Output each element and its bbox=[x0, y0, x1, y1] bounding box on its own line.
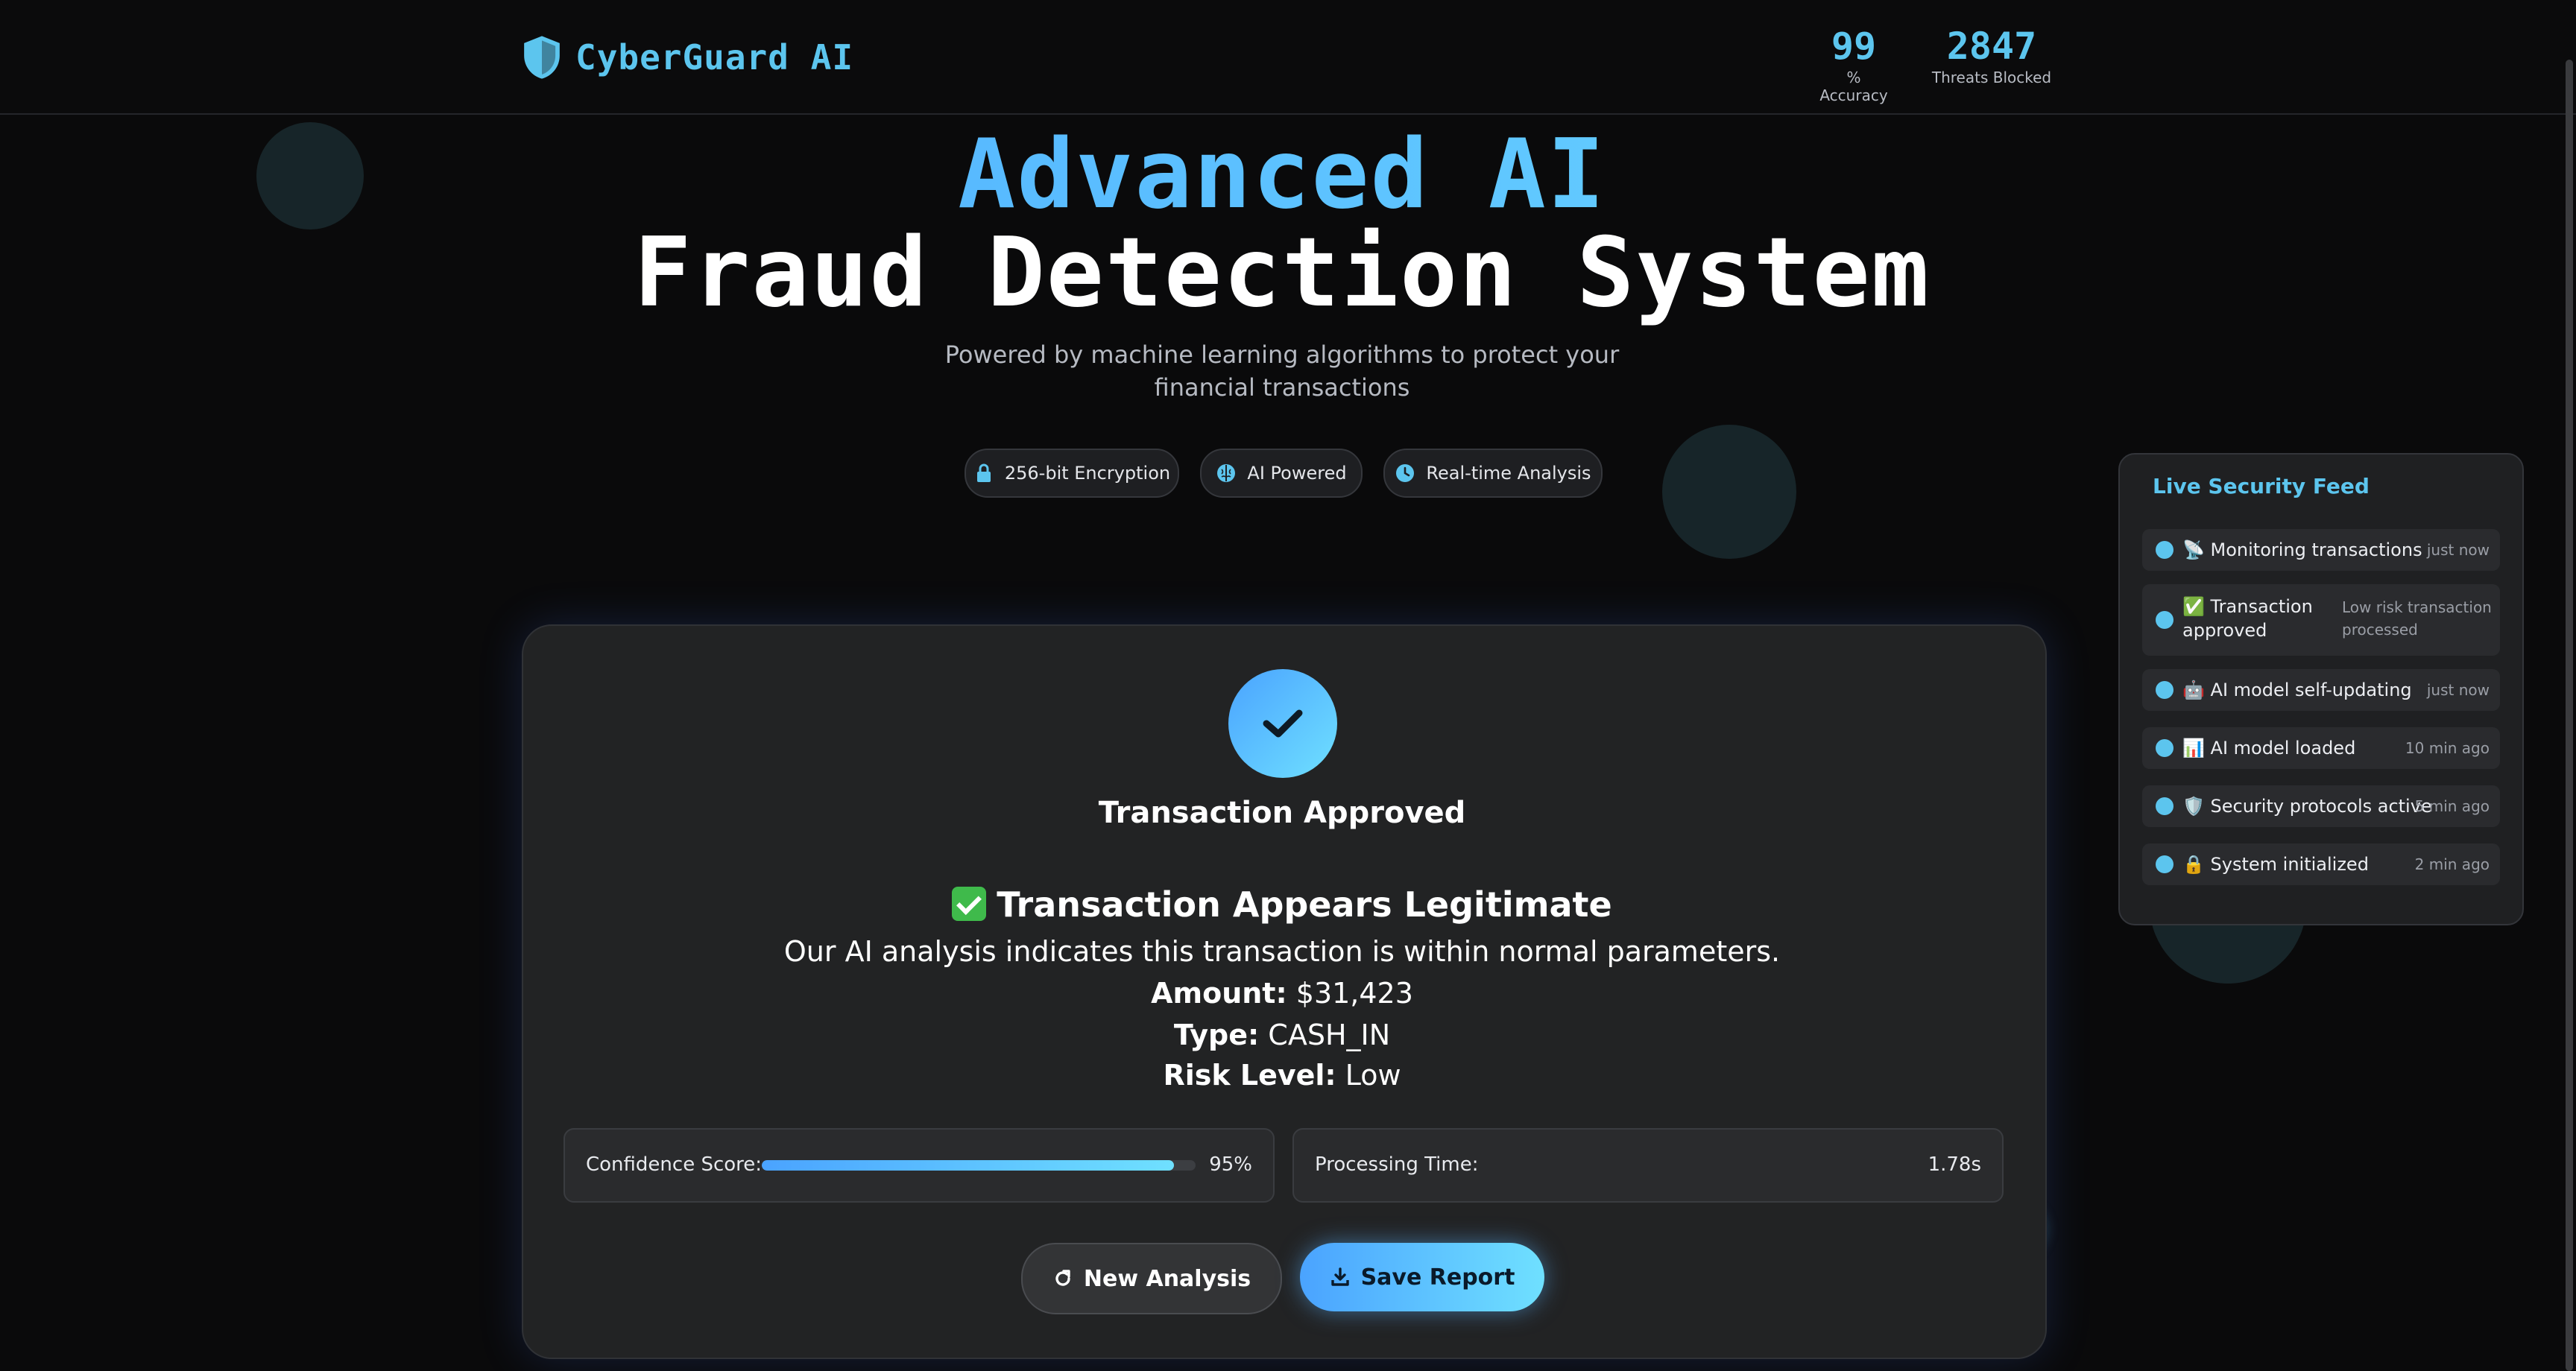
threats-blocked-value: 2847 bbox=[1946, 25, 2037, 68]
accuracy-label: % Accuracy bbox=[1819, 69, 1888, 104]
badge-encryption: 256-bit Encryption bbox=[965, 449, 1179, 498]
feed-item-text: 📊 AI model loaded bbox=[2182, 738, 2356, 759]
save-report-button[interactable]: Save Report bbox=[1300, 1243, 1544, 1311]
new-analysis-label: New Analysis bbox=[1083, 1265, 1251, 1292]
scrollbar[interactable] bbox=[2566, 60, 2573, 1371]
amount-row: Amount: $31,423 bbox=[835, 973, 1729, 1013]
hero-title-line2: Fraud Detection System bbox=[634, 218, 1931, 329]
processing-time-box: Processing Time: 1.78s bbox=[1292, 1128, 2004, 1203]
feed-item: 🤖 AI model self-updating just now bbox=[2142, 669, 2500, 711]
lock-icon bbox=[973, 463, 994, 484]
confidence-score-box: Confidence Score: 95% bbox=[564, 1128, 1275, 1203]
satellite-icon: 📡 bbox=[2182, 539, 2205, 560]
shield-icon bbox=[524, 36, 560, 79]
top-header bbox=[0, 0, 2576, 115]
transaction-status: Transaction Approved bbox=[1098, 796, 1466, 830]
badge-realtime: Real-time Analysis bbox=[1383, 449, 1603, 498]
feed-item-text: 🛡️ Security protocols active bbox=[2182, 796, 2432, 817]
feed-item-time: 5 min ago bbox=[2414, 797, 2490, 815]
new-analysis-button[interactable]: New Analysis bbox=[1021, 1243, 1282, 1314]
hero-title-line1: Advanced AI bbox=[0, 124, 2564, 227]
badge-ai-powered-label: AI Powered bbox=[1247, 463, 1347, 484]
shield-icon: 🛡️ bbox=[2182, 796, 2205, 817]
result-description: Our AI analysis indicates this transacti… bbox=[783, 935, 1781, 968]
status-dot-icon bbox=[2156, 681, 2174, 699]
confidence-progress-bar bbox=[762, 1160, 1196, 1171]
decor-bubble bbox=[1662, 425, 1796, 559]
risk-row: Risk Level: Low bbox=[835, 1055, 1729, 1095]
processing-value: 1.78s bbox=[1928, 1153, 1981, 1176]
threats-blocked-label: Threats Blocked bbox=[1931, 69, 2052, 86]
accuracy-value: 99 bbox=[1831, 25, 1877, 68]
accuracy-stat: 99 % Accuracy bbox=[1811, 25, 1896, 104]
feed-item: 🔒 System initialized 2 min ago bbox=[2142, 843, 2500, 885]
feed-item: 🛡️ Security protocols active 5 min ago bbox=[2142, 785, 2500, 827]
brand-name: CyberGuard AI bbox=[575, 37, 854, 77]
confidence-label: Confidence Score: bbox=[586, 1153, 763, 1176]
feed-item: 📡 Monitoring transactions just now bbox=[2142, 529, 2500, 571]
feed-item-time: 2 min ago bbox=[2414, 855, 2490, 873]
risk-value: Low bbox=[1345, 1059, 1401, 1092]
approved-check-icon bbox=[1228, 669, 1337, 778]
feed-item-time: just now bbox=[2426, 541, 2490, 559]
save-report-label: Save Report bbox=[1360, 1264, 1515, 1291]
status-dot-icon bbox=[2156, 611, 2174, 629]
result-headline-text: Transaction Appears Legitimate bbox=[997, 884, 1612, 925]
feed-item-text: ✅ Transaction approved bbox=[2182, 596, 2313, 641]
refresh-icon bbox=[1055, 1270, 1070, 1286]
lock-icon: 🔒 bbox=[2182, 854, 2205, 875]
status-dot-icon bbox=[2156, 855, 2174, 873]
badge-realtime-label: Real-time Analysis bbox=[1426, 463, 1591, 484]
type-row: Type: CASH_IN bbox=[835, 1015, 1729, 1055]
download-icon bbox=[1330, 1267, 1349, 1286]
feed-item-time: just now bbox=[2426, 681, 2490, 699]
feed-title: Live Security Feed bbox=[2153, 474, 2370, 498]
hero-subtitle: Powered by machine learning algorithms t… bbox=[944, 341, 1620, 402]
check-mark-emoji-icon: ✅ bbox=[2182, 596, 2205, 617]
confidence-progress-fill bbox=[762, 1160, 1174, 1171]
type-value: CASH_IN bbox=[1268, 1019, 1391, 1051]
amount-label: Amount: bbox=[1151, 977, 1287, 1010]
status-dot-icon bbox=[2156, 797, 2174, 815]
badge-encryption-label: 256-bit Encryption bbox=[1004, 463, 1171, 484]
status-dot-icon bbox=[2156, 739, 2174, 757]
clock-icon bbox=[1395, 463, 1415, 484]
check-mark-emoji-icon bbox=[952, 887, 987, 921]
brand-logo[interactable]: CyberGuard AI bbox=[520, 33, 853, 82]
feed-item-text: 🤖 AI model self-updating bbox=[2182, 680, 2412, 700]
feed-item-time: 10 min ago bbox=[2405, 739, 2490, 757]
feed-item-text: 🔒 System initialized bbox=[2182, 854, 2369, 875]
risk-label: Risk Level: bbox=[1163, 1059, 1336, 1092]
badge-ai-powered: AI Powered bbox=[1200, 449, 1363, 498]
feed-item-text: 📡 Monitoring transactions bbox=[2182, 539, 2422, 560]
status-dot-icon bbox=[2156, 541, 2174, 559]
processing-label: Processing Time: bbox=[1315, 1153, 1479, 1176]
robot-icon: 🤖 bbox=[2182, 680, 2205, 700]
confidence-value: 95% bbox=[1209, 1153, 1252, 1176]
chart-icon: 📊 bbox=[2182, 738, 2205, 759]
result-headline: Transaction Appears Legitimate bbox=[760, 884, 1804, 925]
feed-item: 📊 AI model loaded 10 min ago bbox=[2142, 727, 2500, 769]
threats-blocked-stat: 2847 Threats Blocked bbox=[1931, 25, 2053, 86]
feed-item-time: Low risk transaction processed bbox=[2342, 598, 2492, 639]
type-label: Type: bbox=[1173, 1019, 1260, 1051]
amount-value: $31,423 bbox=[1295, 977, 1413, 1010]
brain-icon bbox=[1216, 463, 1237, 484]
feed-item: ✅ Transaction approved Low risk transact… bbox=[2142, 584, 2500, 656]
